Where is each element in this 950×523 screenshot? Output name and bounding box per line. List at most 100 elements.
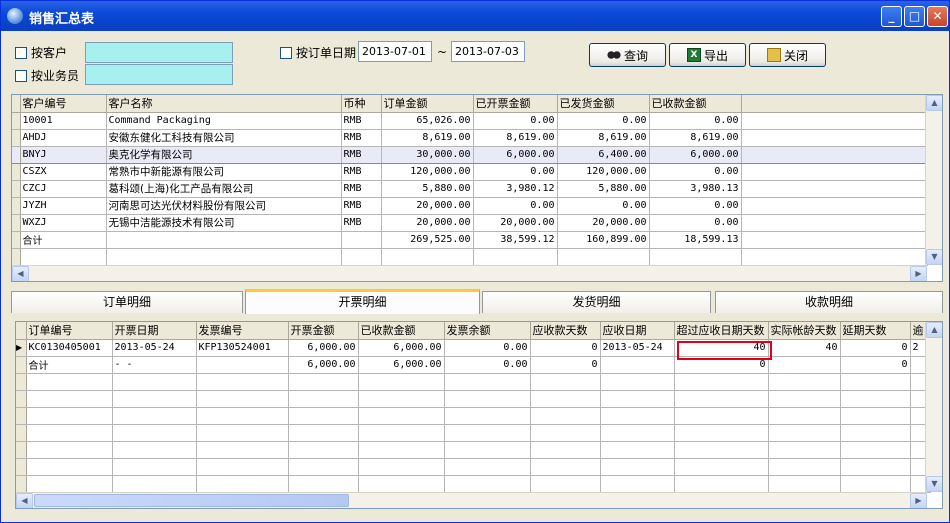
table-cell[interactable] bbox=[288, 424, 359, 442]
table-cell[interactable] bbox=[358, 475, 445, 493]
table-cell[interactable]: 8,619.00 bbox=[557, 129, 650, 147]
table-cell[interactable]: KFP130524001 bbox=[196, 339, 289, 357]
table-cell[interactable] bbox=[444, 475, 531, 493]
customer-input[interactable] bbox=[85, 42, 233, 63]
row-header[interactable] bbox=[12, 180, 21, 198]
table-cell[interactable]: 10001 bbox=[20, 112, 107, 130]
table-cell[interactable] bbox=[768, 458, 841, 476]
table-cell[interactable]: 8,619.00 bbox=[473, 129, 558, 147]
table-row[interactable]: CSZX 常熟市中新能源有限公司 RMB 120,000.00 0.00 120,000.… bbox=[12, 163, 928, 181]
table-cell[interactable]: CSZX bbox=[20, 163, 107, 181]
current-row-marker[interactable]: ▶ bbox=[16, 339, 27, 357]
table-cell[interactable]: RMB bbox=[341, 197, 382, 215]
table-cell[interactable]: 安徽东健化工科技有限公司 bbox=[106, 129, 342, 147]
table-cell[interactable]: RMB bbox=[341, 112, 382, 130]
tab-payment-detail[interactable]: 收款明细 bbox=[715, 291, 943, 313]
tab-delivery-detail[interactable]: 发货明细 bbox=[482, 291, 711, 313]
table-cell[interactable] bbox=[196, 441, 289, 459]
salesman-input[interactable] bbox=[85, 64, 233, 85]
table-cell[interactable]: 0.00 bbox=[444, 356, 531, 374]
row-header[interactable] bbox=[16, 458, 27, 476]
table-cell[interactable] bbox=[840, 390, 911, 408]
row-header[interactable] bbox=[12, 129, 21, 147]
table-cell[interactable]: 30,000.00 bbox=[381, 145, 474, 164]
table-cell[interactable]: 合计 bbox=[20, 231, 107, 249]
table-cell[interactable] bbox=[768, 407, 841, 425]
empty-row[interactable] bbox=[12, 248, 928, 266]
table-cell[interactable] bbox=[112, 475, 197, 493]
table-cell[interactable]: 8,619.00 bbox=[649, 129, 742, 147]
table-cell[interactable]: - - bbox=[112, 356, 197, 374]
row-header[interactable] bbox=[12, 163, 21, 181]
table-cell[interactable]: 40 bbox=[768, 339, 841, 357]
table-cell[interactable]: Command Packaging bbox=[106, 112, 342, 130]
table-cell[interactable] bbox=[106, 231, 342, 249]
date-to-input[interactable]: 2013-07-03 bbox=[451, 41, 525, 62]
table-cell[interactable]: 0.00 bbox=[473, 163, 558, 181]
row-header[interactable] bbox=[16, 373, 27, 391]
table-cell[interactable]: 6,000.00 bbox=[288, 339, 359, 357]
column-header[interactable]: 应收款天数 bbox=[530, 322, 601, 340]
table-cell[interactable]: 269,525.00 bbox=[381, 231, 474, 249]
scroll-right-button[interactable]: ▶ bbox=[910, 493, 927, 508]
table-cell[interactable] bbox=[768, 424, 841, 442]
table-cell[interactable] bbox=[600, 373, 675, 391]
table-cell[interactable] bbox=[530, 475, 601, 493]
column-header[interactable]: 已收款金额 bbox=[649, 95, 742, 113]
summary-vertical-scrollbar[interactable]: ▲ ▼ bbox=[925, 95, 942, 265]
maximize-button[interactable]: □ bbox=[904, 6, 925, 27]
table-cell[interactable]: 合计 bbox=[26, 356, 113, 374]
row-header[interactable] bbox=[16, 441, 27, 459]
date-from-input[interactable]: 2013-07-01 bbox=[358, 41, 432, 62]
empty-row[interactable] bbox=[16, 407, 931, 425]
row-header[interactable] bbox=[16, 407, 27, 425]
column-header[interactable]: 延期天数 bbox=[840, 322, 911, 340]
scroll-down-button[interactable]: ▼ bbox=[926, 249, 942, 265]
table-cell[interactable] bbox=[196, 390, 289, 408]
table-cell[interactable] bbox=[288, 441, 359, 459]
table-cell[interactable] bbox=[840, 458, 911, 476]
table-cell[interactable]: 6,400.00 bbox=[557, 145, 650, 164]
column-header[interactable]: 发票编号 bbox=[196, 322, 289, 340]
table-cell[interactable] bbox=[26, 475, 113, 493]
row-header[interactable] bbox=[16, 424, 27, 442]
table-row[interactable]: AHDJ 安徽东健化工科技有限公司 RMB 8,619.00 8,619.00 8,619… bbox=[12, 129, 928, 147]
table-cell[interactable] bbox=[674, 458, 769, 476]
table-cell[interactable] bbox=[26, 407, 113, 425]
table-cell[interactable]: 40 bbox=[674, 339, 769, 357]
column-header[interactable]: 开票金额 bbox=[288, 322, 359, 340]
table-cell[interactable]: 6,000.00 bbox=[358, 339, 445, 357]
table-cell[interactable] bbox=[840, 407, 911, 425]
table-cell[interactable] bbox=[112, 407, 197, 425]
empty-row[interactable] bbox=[16, 373, 931, 391]
table-cell[interactable]: BNYJ bbox=[20, 145, 107, 164]
table-cell[interactable]: 120,000.00 bbox=[381, 163, 474, 181]
table-cell[interactable]: 0.00 bbox=[473, 197, 558, 215]
table-cell[interactable] bbox=[26, 390, 113, 408]
table-cell[interactable] bbox=[674, 407, 769, 425]
empty-row[interactable] bbox=[16, 390, 931, 408]
table-cell[interactable] bbox=[20, 248, 107, 266]
checkbox-box[interactable] bbox=[15, 69, 27, 82]
table-cell[interactable]: 20,000.00 bbox=[557, 214, 650, 232]
table-cell[interactable]: 20,000.00 bbox=[381, 197, 474, 215]
invoice-detail-grid[interactable]: 订单编号 开票日期 发票编号 开票金额 已收款金额 发票余额 应收款天数 应收日… bbox=[15, 321, 943, 509]
table-cell[interactable] bbox=[26, 458, 113, 476]
table-cell[interactable] bbox=[768, 441, 841, 459]
table-cell[interactable] bbox=[840, 441, 911, 459]
row-header[interactable] bbox=[16, 356, 27, 374]
table-cell[interactable] bbox=[530, 373, 601, 391]
table-cell[interactable]: 0 bbox=[530, 356, 601, 374]
table-row[interactable]: BNYJ 奥克化学有限公司 RMB 30,000.00 6,000.00 6,400.00… bbox=[12, 145, 928, 164]
table-cell[interactable] bbox=[358, 441, 445, 459]
table-cell[interactable] bbox=[341, 248, 382, 266]
row-header[interactable] bbox=[12, 112, 21, 130]
table-cell[interactable] bbox=[358, 424, 445, 442]
empty-row[interactable] bbox=[16, 458, 931, 476]
table-cell[interactable]: 2013-05-24 bbox=[112, 339, 197, 357]
table-cell[interactable]: 0 bbox=[674, 356, 769, 374]
scroll-down-button[interactable]: ▼ bbox=[926, 476, 942, 492]
table-cell[interactable] bbox=[768, 356, 841, 374]
scroll-thumb[interactable] bbox=[34, 494, 349, 507]
table-cell[interactable]: 无锡中洁能源技术有限公司 bbox=[106, 214, 342, 232]
